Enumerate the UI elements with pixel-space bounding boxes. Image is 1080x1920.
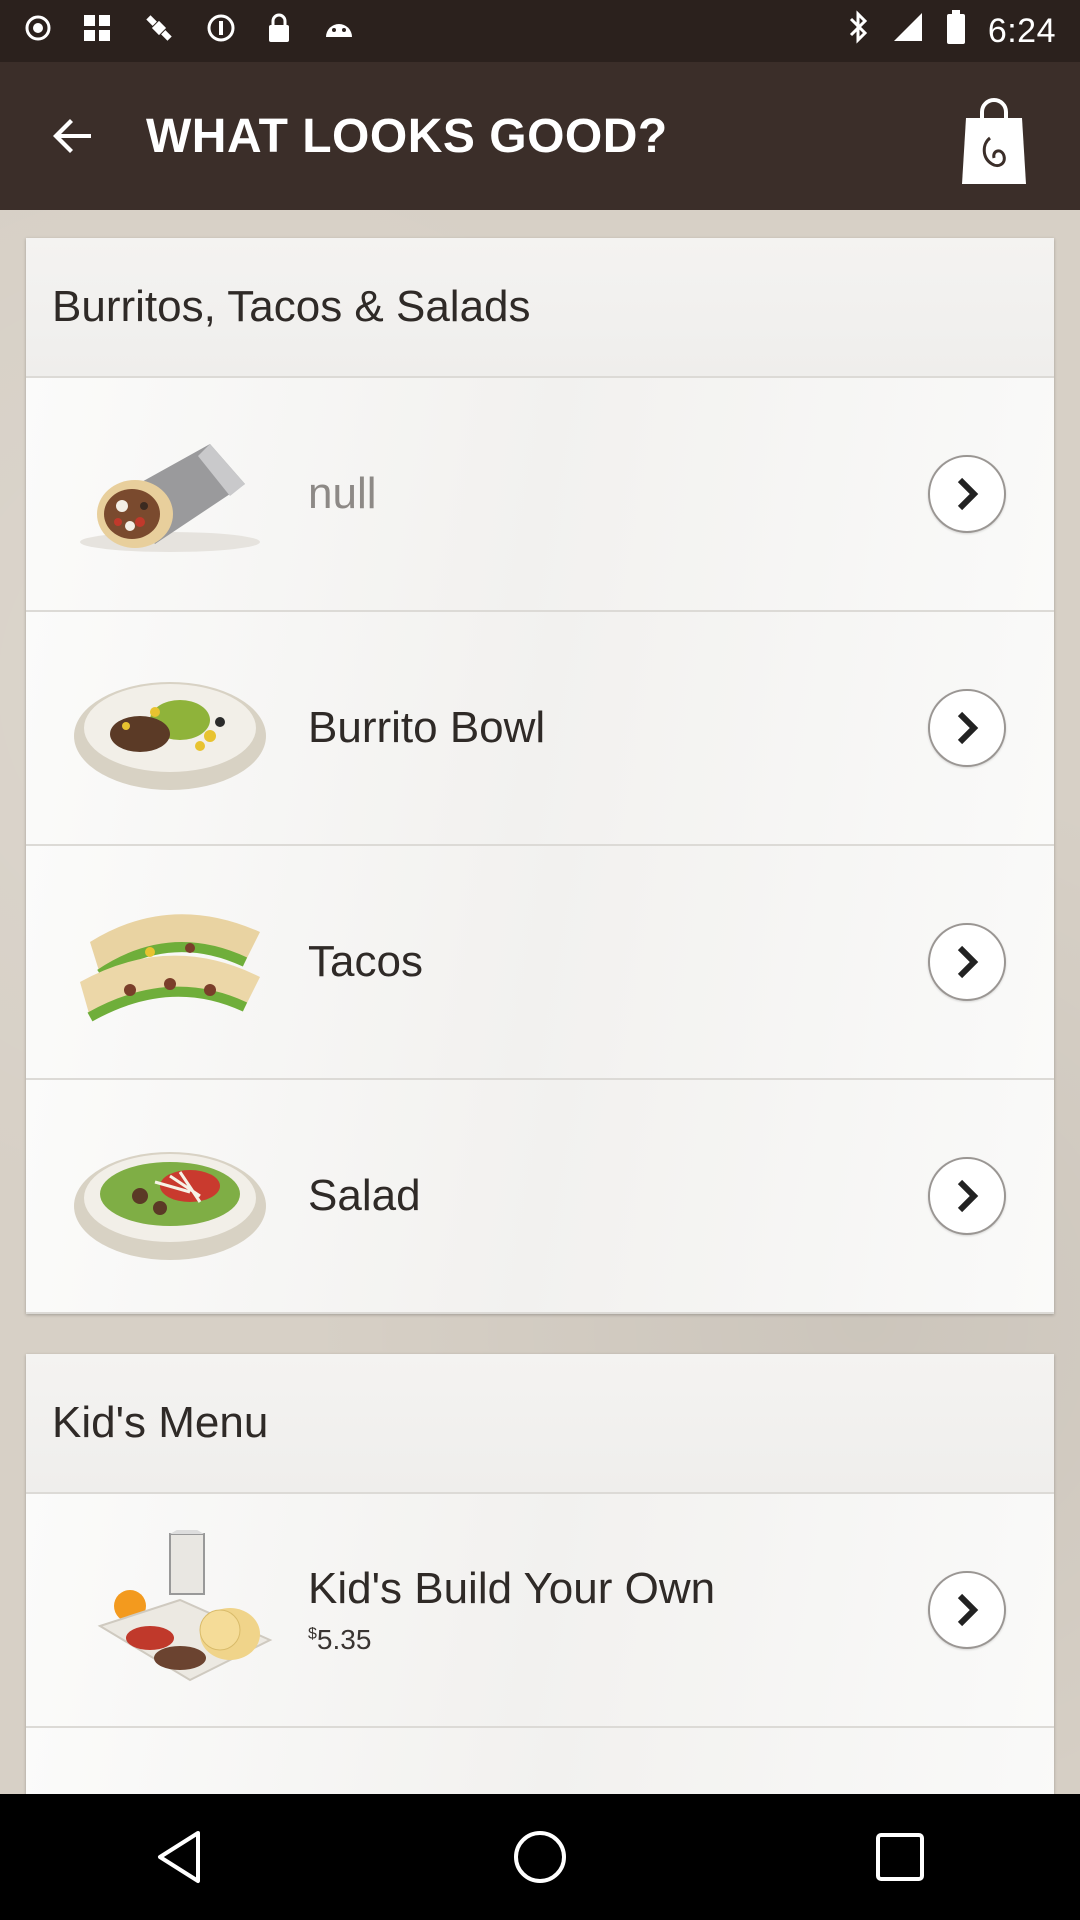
chevron-right-icon xyxy=(957,945,979,979)
section-header: Burritos, Tacos & Salads xyxy=(26,238,1054,378)
app-bar: WHAT LOOKS GOOD? xyxy=(0,62,1080,210)
list-item[interactable]: Kid's Build Your Own $5.35 xyxy=(26,1494,1054,1728)
chevron-right-icon xyxy=(957,1593,979,1627)
list-item[interactable]: Tacos xyxy=(26,846,1054,1080)
item-chevron-button[interactable] xyxy=(928,689,1006,767)
salad-image xyxy=(74,1152,266,1260)
burrito-image xyxy=(80,444,260,552)
system-nav-bar xyxy=(0,1794,1080,1920)
item-chevron-button[interactable] xyxy=(928,923,1006,1001)
page-title: WHAT LOOKS GOOD? xyxy=(146,109,668,163)
list-item-partial[interactable] xyxy=(26,1728,1054,1794)
price-value: 5.35 xyxy=(316,1624,372,1655)
burrito-bowl-image xyxy=(74,682,266,790)
android-icon xyxy=(322,13,356,49)
nav-home-button[interactable] xyxy=(480,1797,600,1917)
list-item[interactable]: Salad xyxy=(26,1080,1054,1314)
grid-icon xyxy=(82,13,112,49)
back-button[interactable] xyxy=(0,62,146,210)
item-chevron-button[interactable] xyxy=(928,1571,1006,1649)
satellite-icon xyxy=(142,11,176,51)
bluetooth-icon xyxy=(848,10,870,52)
kids-meal-image xyxy=(97,1530,273,1682)
section-card-burritos: Burritos, Tacos & Salads null Burrito Bo… xyxy=(26,238,1054,1314)
status-bar: 6:24 xyxy=(0,0,1080,62)
tacos-image xyxy=(80,914,260,1022)
lock-icon xyxy=(266,12,292,50)
signal-icon xyxy=(892,11,924,51)
chevron-right-icon xyxy=(957,1179,979,1213)
shopping-bag-icon xyxy=(962,98,1026,184)
status-left-icons xyxy=(24,11,356,51)
nav-recents-button[interactable] xyxy=(840,1797,960,1917)
kids-meal-image xyxy=(60,1764,280,1794)
alarm-icon xyxy=(206,13,236,49)
menu-content[interactable]: Burritos, Tacos & Salads null Burrito Bo… xyxy=(0,210,1080,1794)
item-chevron-button[interactable] xyxy=(928,455,1006,533)
nav-back-icon xyxy=(158,1831,200,1883)
nav-home-icon xyxy=(514,1831,566,1883)
chevron-right-icon xyxy=(957,711,979,745)
cart-button[interactable] xyxy=(958,90,1030,186)
chevron-right-icon xyxy=(957,477,979,511)
section-header: Kid's Menu xyxy=(26,1354,1054,1494)
section-card-kids: Kid's Menu Kid's Build Your Own $5.35 xyxy=(26,1354,1054,1794)
battery-icon xyxy=(946,10,966,52)
list-item[interactable]: null xyxy=(26,378,1054,612)
record-icon xyxy=(24,14,52,48)
price-currency: $ xyxy=(308,1625,317,1643)
status-right-icons: 6:24 xyxy=(848,10,1056,52)
item-chevron-button[interactable] xyxy=(928,1157,1006,1235)
list-item[interactable]: Burrito Bowl xyxy=(26,612,1054,846)
status-time: 6:24 xyxy=(987,11,1056,50)
nav-recents-icon xyxy=(876,1833,924,1881)
nav-back-button[interactable] xyxy=(120,1797,240,1917)
arrow-back-icon xyxy=(53,119,91,153)
